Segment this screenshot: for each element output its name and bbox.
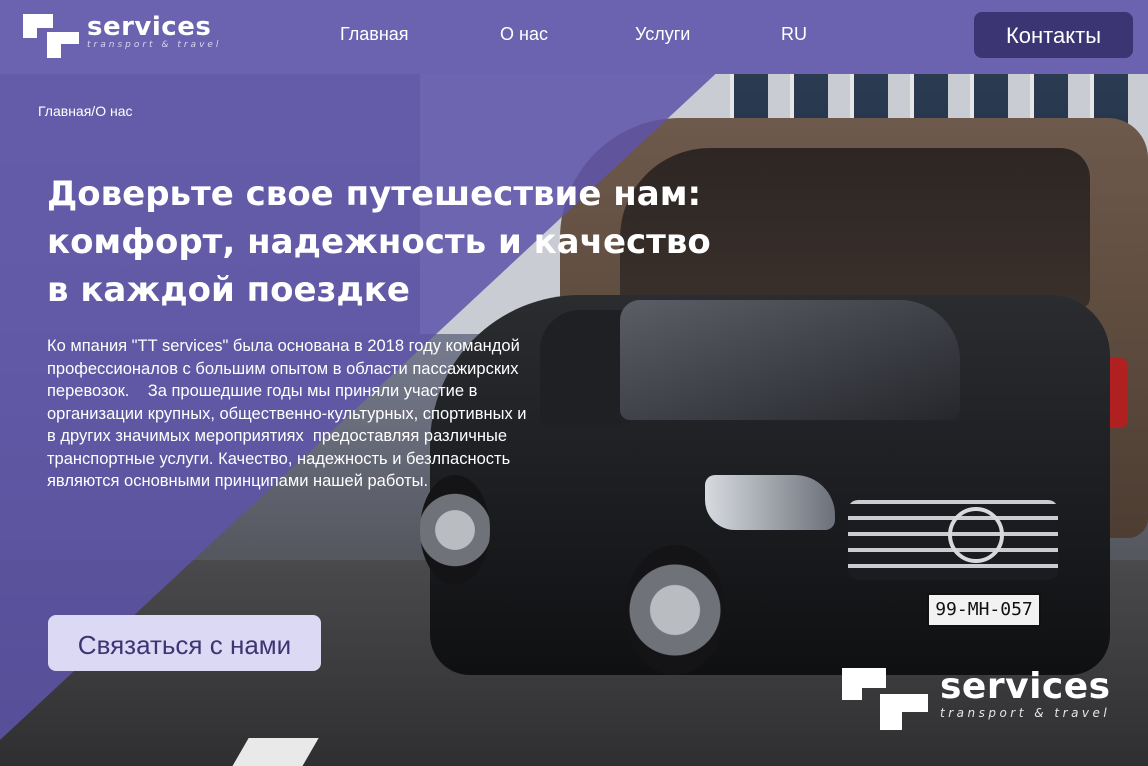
contact-us-button[interactable]: Связаться с нами	[48, 615, 321, 671]
site-header: services transport & travel Главная О на…	[0, 0, 1148, 74]
header-logo[interactable]: services transport & travel	[23, 14, 221, 58]
brand-tagline: transport & travel	[87, 40, 222, 50]
car-emblem-icon	[948, 507, 1004, 563]
breadcrumb-home[interactable]: Главная	[38, 103, 91, 119]
company-description: Ко мпания "TT services" была основана в …	[47, 337, 532, 490]
breadcrumb: Главная/О нас	[38, 103, 132, 119]
brand-name: services	[87, 12, 212, 42]
nav-services[interactable]: Услуги	[635, 24, 690, 45]
watermark-brand-name: services	[940, 666, 1111, 707]
title-line: Доверьте свое путешествие нам:	[47, 174, 702, 214]
brand-logo-icon	[842, 668, 932, 730]
language-selector[interactable]: RU	[781, 24, 807, 45]
nav-home[interactable]: Главная	[340, 24, 409, 45]
nav-about[interactable]: О нас	[500, 24, 548, 45]
contacts-button[interactable]: Контакты	[974, 12, 1133, 58]
page-title: Доверьте свое путешествие нам: комфорт, …	[47, 170, 747, 314]
title-line: комфорт, надежность и качество	[47, 222, 711, 262]
license-plate: 99-MH-057	[927, 593, 1041, 627]
breadcrumb-current: О нас	[95, 103, 133, 119]
title-line: в каждой поездке	[47, 270, 410, 310]
watermark-tagline: transport & travel	[940, 706, 1111, 720]
watermark-logo: services transport & travel	[842, 668, 1111, 730]
brand-logo-icon	[23, 14, 79, 58]
